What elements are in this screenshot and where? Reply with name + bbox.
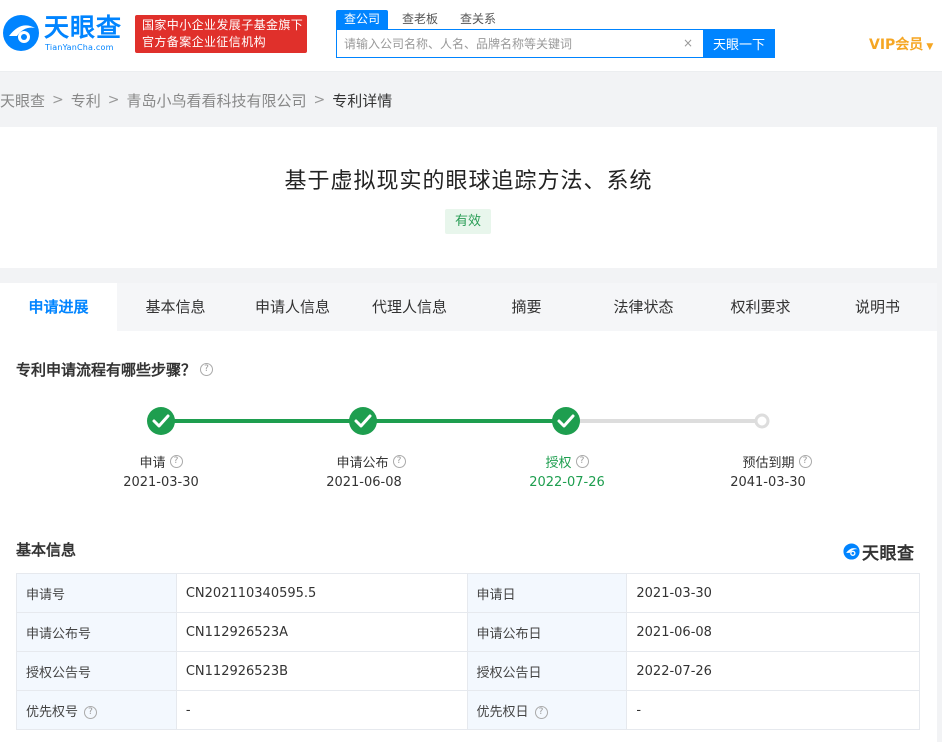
help-icon[interactable]: ? [534, 705, 548, 719]
badge-line-1: 国家中小企业发展子基金旗下 [142, 18, 304, 32]
field-value: CN112926523B [175, 651, 468, 691]
field-label-text: 优先权号 [26, 704, 79, 720]
step-label: 申请? [91, 452, 231, 471]
patent-title: 基于虚拟现实的眼球追踪方法、系统 [284, 169, 653, 194]
clear-icon[interactable]: × [681, 36, 695, 50]
watermark-text: 天眼查 [862, 544, 915, 564]
chevron-right-icon: > [313, 92, 326, 108]
tab-search-company[interactable]: 查公司 [336, 10, 389, 30]
breadcrumb-patent[interactable]: 专利 [71, 90, 101, 111]
tab-progress[interactable]: 申请进展 [0, 283, 117, 331]
step-date: 2022-07-26 [529, 475, 605, 490]
vip-label: VIP会员 [869, 37, 924, 53]
progress-question-text: 专利申请流程有哪些步骤？ [16, 361, 197, 379]
patent-title-card: 基于虚拟现实的眼球追踪方法、系统 有效 [0, 127, 937, 268]
field-label: 申请日 [466, 573, 628, 613]
top-header: 天眼查 TianYanCha.com 国家中小企业发展子基金旗下 官方备案企业征… [0, 0, 942, 72]
tianyancha-logo-icon [843, 543, 860, 560]
help-icon[interactable]: ? [798, 455, 812, 468]
help-icon[interactable]: ? [392, 455, 406, 468]
field-value: - [175, 690, 468, 730]
step-label: 预估到期? [707, 452, 847, 471]
badge-line-2: 官方备案企业征信机构 [142, 35, 267, 49]
help-icon[interactable]: ? [200, 363, 214, 376]
field-label: 优先权日? [466, 690, 628, 730]
field-label: 优先权号? [16, 690, 177, 730]
help-icon[interactable]: ? [84, 705, 98, 719]
tianyancha-watermark: 天眼查 [843, 539, 915, 564]
field-label: 授权公告日 [466, 651, 628, 691]
caret-down-icon: ▼ [926, 42, 934, 52]
status-badge: 有效 [445, 209, 491, 234]
field-label: 申请公布日 [466, 612, 628, 652]
step-label-text: 申请 [139, 456, 166, 471]
step-date: 2021-03-30 [123, 475, 199, 490]
step-check-icon [147, 407, 175, 435]
search-box: × [336, 29, 704, 58]
field-value: 2021-03-30 [626, 573, 920, 613]
field-label: 申请号 [16, 573, 177, 613]
progress-question: 专利申请流程有哪些步骤？ ? [16, 359, 214, 380]
vip-menu[interactable]: VIP会员 ▼ [869, 34, 933, 54]
breadcrumb-company[interactable]: 青岛小鸟看看科技有限公司 [127, 90, 307, 111]
step-label: 授权? [497, 452, 637, 471]
tianyancha-logo-icon [3, 15, 39, 51]
step-date: 2041-03-30 [730, 475, 806, 490]
tab-description[interactable]: 说明书 [819, 283, 936, 331]
chevron-right-icon: > [52, 92, 64, 108]
table-row: 授权公告号 CN112926523B 授权公告日 2022-07-26 [16, 651, 920, 691]
step-label-text: 申请公布 [336, 456, 389, 471]
breadcrumb-current: 专利详情 [332, 91, 393, 110]
field-value: 2022-07-26 [626, 651, 920, 691]
step-check-icon [349, 407, 377, 435]
step-pending-icon [754, 413, 770, 429]
step-check-icon [552, 407, 580, 435]
logo[interactable]: 天眼查 TianYanCha.com [2, 12, 126, 56]
tab-claims[interactable]: 权利要求 [702, 283, 819, 331]
step-date: 2021-06-08 [326, 475, 402, 490]
tab-agent[interactable]: 代理人信息 [351, 283, 468, 331]
search-type-tabs: 查公司 查老板 查关系 [336, 10, 510, 30]
progress-stepper [147, 407, 770, 435]
detail-tabs: 申请进展 基本信息 申请人信息 代理人信息 摘要 法律状态 权利要求 说明书 [0, 283, 937, 331]
table-row: 申请公布号 CN112926523A 申请公布日 2021-06-08 [16, 612, 920, 652]
tab-abstract[interactable]: 摘要 [468, 283, 585, 331]
tab-search-boss[interactable]: 查老板 [394, 10, 446, 30]
field-value: CN202110340595.5 [175, 573, 468, 613]
table-row: 优先权号? - 优先权日? - [16, 690, 920, 730]
breadcrumb-home[interactable]: 天眼查 [0, 90, 45, 111]
step-label-text: 授权 [545, 456, 572, 471]
field-value: 2021-06-08 [626, 612, 920, 652]
tab-search-relation[interactable]: 查关系 [452, 10, 504, 30]
search-button[interactable]: 天眼一下 [703, 29, 775, 58]
table-row: 申请号 CN202110340595.5 申请日 2021-03-30 [16, 573, 920, 613]
logo-domain: TianYanCha.com [45, 43, 114, 52]
tab-basic-info[interactable]: 基本信息 [117, 283, 234, 331]
tab-legal-status[interactable]: 法律状态 [585, 283, 702, 331]
help-icon[interactable]: ? [575, 455, 589, 468]
help-icon[interactable]: ? [169, 455, 183, 468]
tab-applicant[interactable]: 申请人信息 [234, 283, 351, 331]
step-label: 申请公布? [301, 452, 441, 471]
step-label-text: 预估到期 [742, 456, 795, 471]
chevron-right-icon: > [107, 92, 120, 108]
search-input[interactable] [337, 30, 677, 57]
field-value: CN112926523A [175, 612, 468, 652]
field-label: 申请公布号 [16, 612, 177, 652]
basic-info-table: 申请号 CN202110340595.5 申请日 2021-03-30 申请公布… [16, 573, 920, 730]
field-value: - [626, 690, 920, 730]
certification-badge[interactable]: 国家中小企业发展子基金旗下 官方备案企业征信机构 [135, 15, 307, 53]
field-label: 授权公告号 [16, 651, 177, 691]
logo-text: 天眼查 [44, 13, 123, 42]
breadcrumb: 天眼查 > 专利 > 青岛小鸟看看科技有限公司 > 专利详情 [0, 90, 392, 110]
field-label-text: 优先权日 [476, 704, 529, 720]
patent-detail-card: 申请进展 基本信息 申请人信息 代理人信息 摘要 法律状态 权利要求 说明书 专… [0, 283, 937, 742]
basic-info-title: 基本信息 [16, 541, 77, 559]
